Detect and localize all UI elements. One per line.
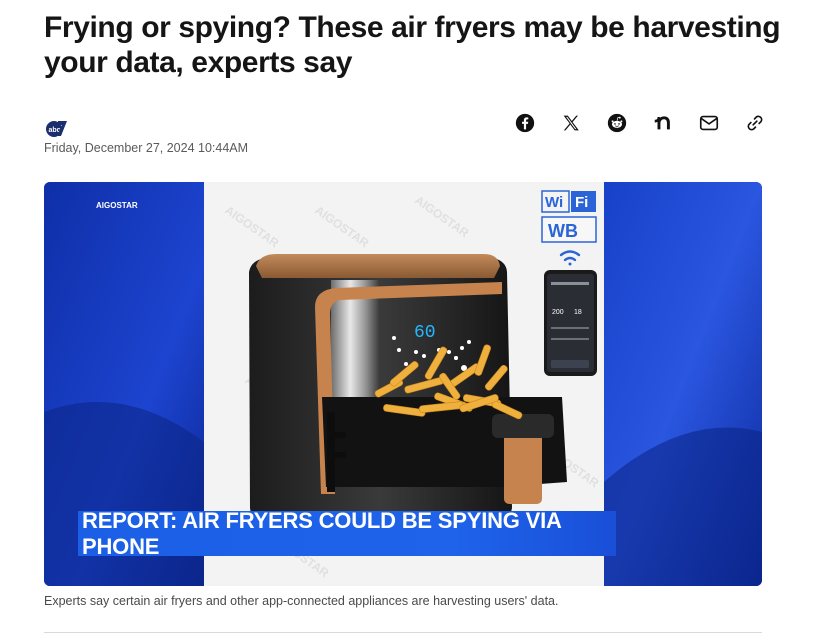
phone-app-image: 200 18 [544, 270, 597, 376]
share-x-button[interactable] [548, 110, 594, 136]
divider [44, 632, 762, 633]
share-email-button[interactable] [686, 110, 732, 136]
reddit-icon [607, 113, 627, 133]
email-icon [699, 115, 719, 131]
share-facebook-button[interactable] [502, 110, 548, 136]
nextdoor-icon [654, 116, 670, 130]
wifi-label-wi: Wi [545, 194, 563, 211]
share-reddit-button[interactable] [594, 110, 640, 136]
hero-brand-mark: AIGOSTAR [96, 201, 138, 210]
article-dateline: Friday, December 27, 2024 10:44AM [44, 141, 249, 155]
copy-link-icon [747, 115, 763, 131]
byline: abc [44, 118, 68, 138]
x-icon [563, 115, 579, 131]
article-headline: Frying or spying? These air fryers may b… [44, 11, 781, 79]
wifi-label-fi: Fi [575, 194, 588, 211]
svg-text:60: 60 [414, 323, 436, 343]
facebook-icon [515, 113, 535, 133]
wb-badge: WB [548, 221, 578, 241]
share-nextdoor-button[interactable] [640, 110, 686, 136]
svg-text:18: 18 [574, 309, 582, 316]
share-bar [502, 110, 778, 136]
news-lower-third: REPORT: AIR FRYERS COULD BE SPYING VIA P… [78, 508, 616, 559]
svg-text:200: 200 [552, 309, 564, 316]
share-copy-link-button[interactable] [732, 110, 778, 136]
image-caption: Experts say certain air fryers and other… [44, 594, 559, 608]
abc7-logo-icon[interactable]: abc [44, 118, 68, 138]
